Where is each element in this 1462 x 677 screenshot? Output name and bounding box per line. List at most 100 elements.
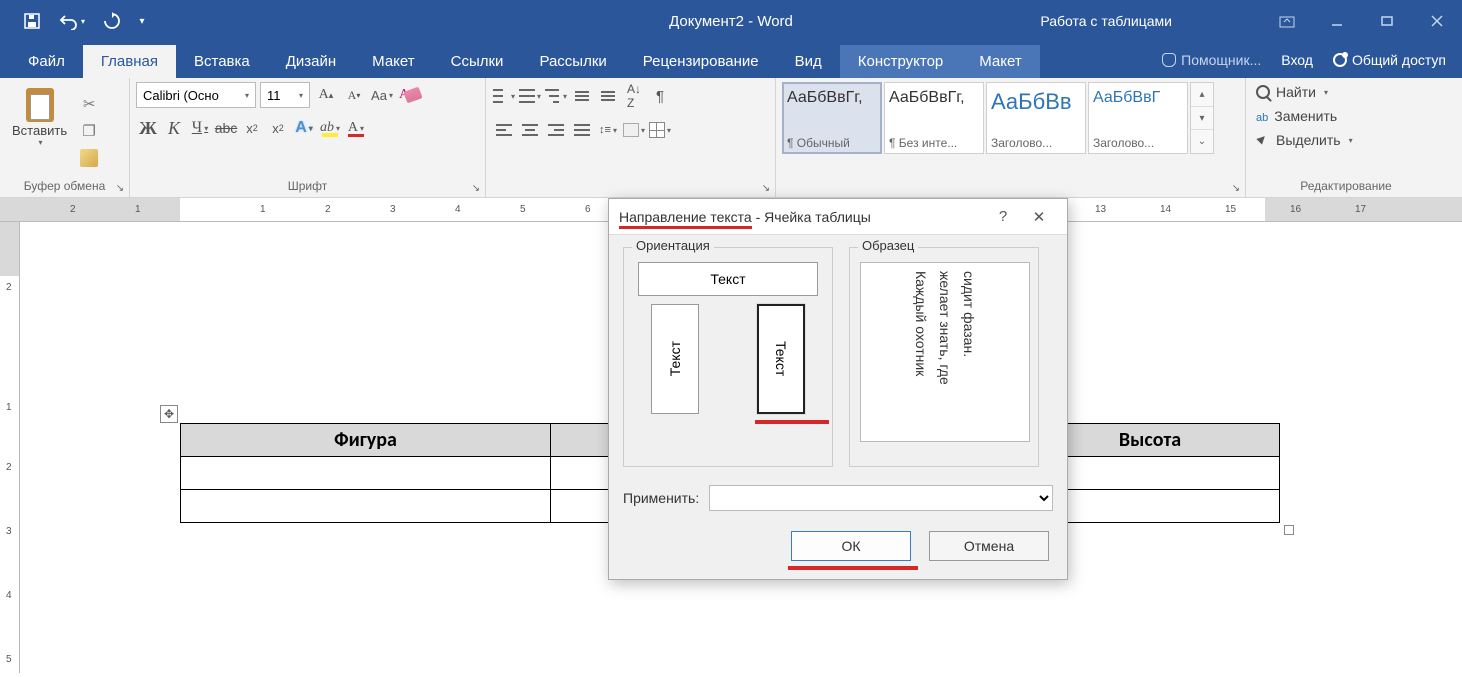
strikethrough-button[interactable]: abc xyxy=(214,116,238,140)
line-spacing-button[interactable]: ↕≡▾ xyxy=(596,118,620,142)
increase-indent-button[interactable] xyxy=(596,84,620,108)
cut-button[interactable] xyxy=(77,92,101,116)
orientation-vertical-down-button[interactable]: Текст xyxy=(757,304,805,414)
format-painter-button[interactable] xyxy=(77,146,101,170)
cancel-button[interactable]: Отмена xyxy=(929,531,1049,561)
superscript-button[interactable]: x2 xyxy=(266,116,290,140)
style-name: Заголово... xyxy=(1093,136,1183,150)
copy-button[interactable] xyxy=(77,119,101,143)
align-center-button[interactable] xyxy=(518,118,542,142)
table-header-cell[interactable]: Фигура xyxy=(181,424,551,457)
orientation-horizontal-button[interactable]: Текст xyxy=(638,262,818,296)
borders-icon xyxy=(649,122,665,138)
tab-layout[interactable]: Макет xyxy=(354,45,432,78)
tab-file[interactable]: Файл xyxy=(10,45,83,78)
text-effects-button[interactable]: A▾ xyxy=(292,116,316,140)
group-editing: Найти▾ Заменить Выделить▾ Редактирование xyxy=(1246,78,1446,197)
find-label: Найти xyxy=(1276,84,1316,100)
subscript-button[interactable]: x2 xyxy=(240,116,264,140)
chevron-down-icon: ▾ xyxy=(39,138,43,147)
numbering-button[interactable]: ▾ xyxy=(518,84,542,108)
vertical-ruler[interactable]: 2 1 2 3 4 5 xyxy=(0,222,20,673)
select-button[interactable]: Выделить▾ xyxy=(1252,130,1440,150)
table-move-handle[interactable]: ✥ xyxy=(160,405,178,423)
dialog-titlebar[interactable]: Направление текста - Ячейка таблицы ? ✕ xyxy=(609,199,1067,235)
table-cell[interactable] xyxy=(181,457,551,490)
clear-formatting-button[interactable]: A xyxy=(398,83,422,107)
show-marks-button[interactable]: ¶ xyxy=(648,84,672,108)
font-color-button[interactable]: A▾ xyxy=(344,116,368,140)
ribbon-display-options-icon[interactable] xyxy=(1262,0,1312,42)
qat-customize-icon[interactable]: ▾ xyxy=(132,0,152,42)
gallery-expand[interactable]: ⌄ xyxy=(1191,130,1213,153)
style-preview: АаБбВвГг, xyxy=(889,89,979,107)
table-resize-handle[interactable] xyxy=(1284,525,1294,535)
grow-font-button[interactable]: A▴ xyxy=(314,83,338,107)
dialog-help-button[interactable]: ? xyxy=(985,208,1021,225)
paste-button[interactable]: Вставить ▾ xyxy=(6,82,73,179)
tell-me-field[interactable]: Помощник... xyxy=(1154,46,1269,74)
font-name-combo[interactable]: Calibri (Осно▾ xyxy=(136,82,256,108)
font-size-combo[interactable]: 11▾ xyxy=(260,82,310,108)
tab-insert[interactable]: Вставка xyxy=(176,45,268,78)
orientation-vertical-up-button[interactable]: Текст xyxy=(651,304,699,414)
highlight-button[interactable]: ab▾ xyxy=(318,116,342,140)
shading-button[interactable]: ▾ xyxy=(622,118,646,142)
find-button[interactable]: Найти▾ xyxy=(1252,82,1440,102)
replace-button[interactable]: Заменить xyxy=(1252,106,1440,126)
style-no-spacing[interactable]: АаБбВвГг, ¶ Без инте... xyxy=(884,82,984,154)
tab-references[interactable]: Ссылки xyxy=(433,45,522,78)
style-heading1[interactable]: АаБбВв Заголово... xyxy=(986,82,1086,154)
share-button[interactable]: Общий доступ xyxy=(1325,46,1454,74)
decrease-indent-button[interactable] xyxy=(570,84,594,108)
minimize-icon[interactable] xyxy=(1312,0,1362,42)
select-label: Выделить xyxy=(1276,132,1341,148)
sample-line: желает знать, где xyxy=(937,271,953,385)
sign-in-button[interactable]: Вход xyxy=(1273,46,1321,74)
font-name-value: Calibri (Осно xyxy=(143,88,219,103)
multilevel-list-button[interactable]: ▾ xyxy=(544,84,568,108)
align-left-button[interactable] xyxy=(492,118,516,142)
apply-to-label: Применить: xyxy=(623,490,699,506)
shrink-font-button[interactable]: A▾ xyxy=(342,83,366,107)
tab-table-design[interactable]: Конструктор xyxy=(840,45,962,78)
ok-button[interactable]: ОК xyxy=(791,531,911,561)
tell-me-label: Помощник... xyxy=(1181,52,1261,68)
style-heading2[interactable]: АаБбВвГ Заголово... xyxy=(1088,82,1188,154)
dialog-close-button[interactable]: ✕ xyxy=(1021,208,1057,226)
justify-button[interactable] xyxy=(570,118,594,142)
tab-design[interactable]: Дизайн xyxy=(268,45,354,78)
align-right-button[interactable] xyxy=(544,118,568,142)
clipboard-dialog-launcher[interactable]: ↘ xyxy=(113,181,127,195)
gallery-scroll-up[interactable]: ▴ xyxy=(1191,83,1213,107)
underline-button[interactable]: Ч▾ xyxy=(188,116,212,140)
bold-button[interactable]: Ж xyxy=(136,116,160,140)
style-preview: АаБбВв xyxy=(991,89,1081,115)
table-cell[interactable] xyxy=(181,490,551,523)
sort-button[interactable]: A↓Z xyxy=(622,84,646,108)
paragraph-dialog-launcher[interactable]: ↘ xyxy=(759,181,773,195)
tab-home[interactable]: Главная xyxy=(83,45,176,78)
change-case-button[interactable]: Aa▾ xyxy=(370,83,394,107)
apply-to-combo[interactable] xyxy=(709,485,1053,511)
styles-dialog-launcher[interactable]: ↘ xyxy=(1229,181,1243,195)
tab-view[interactable]: Вид xyxy=(777,45,840,78)
font-dialog-launcher[interactable]: ↘ xyxy=(469,181,483,195)
gallery-scroll-down[interactable]: ▾ xyxy=(1191,107,1213,131)
bullets-button[interactable]: ▾ xyxy=(492,84,516,108)
undo-icon[interactable]: ▾ xyxy=(52,0,92,42)
tab-review[interactable]: Рецензирование xyxy=(625,45,777,78)
save-icon[interactable] xyxy=(12,0,52,42)
tab-mailings[interactable]: Рассылки xyxy=(521,45,624,78)
tab-table-layout[interactable]: Макет xyxy=(961,45,1039,78)
style-name: ¶ Без инте... xyxy=(889,136,979,150)
style-normal[interactable]: АаБбВвГг, ¶ Обычный xyxy=(782,82,882,154)
styles-gallery: АаБбВвГг, ¶ Обычный АаБбВвГг, ¶ Без инте… xyxy=(782,82,1239,154)
borders-button[interactable]: ▾ xyxy=(648,118,672,142)
maximize-icon[interactable] xyxy=(1362,0,1412,42)
orientation-fieldset: Ориентация Текст Текст Текст xyxy=(623,247,833,467)
group-styles: АаБбВвГг, ¶ Обычный АаБбВвГг, ¶ Без инте… xyxy=(776,78,1246,197)
italic-button[interactable]: К xyxy=(162,116,186,140)
redo-icon[interactable] xyxy=(92,0,132,42)
close-icon[interactable] xyxy=(1412,0,1462,42)
